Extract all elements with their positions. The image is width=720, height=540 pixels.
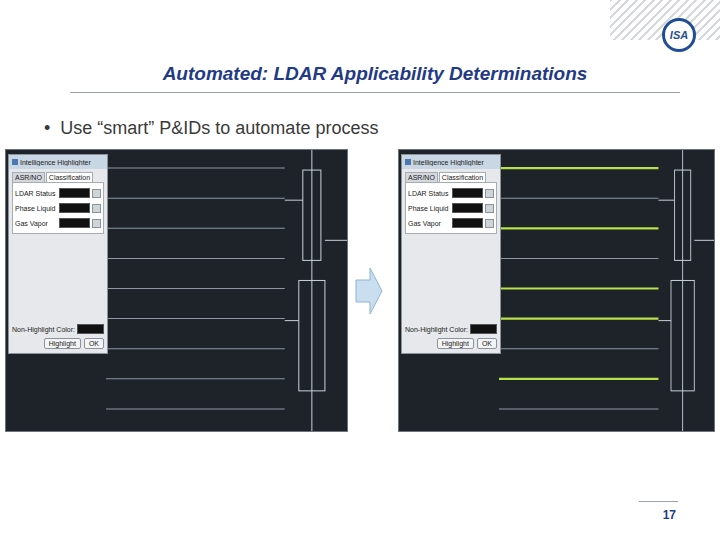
pipe-line[interactable] bbox=[499, 198, 658, 199]
pick-button[interactable] bbox=[485, 204, 494, 213]
field-label: LDAR Status bbox=[408, 190, 450, 197]
screenshot-row: Intelligence HighlighterASR/NOClassifica… bbox=[0, 149, 720, 432]
non-highlight-label: Non-Highlight Color: bbox=[405, 326, 468, 333]
vessel-icon bbox=[658, 150, 714, 431]
pid-drawing bbox=[499, 150, 714, 431]
field-label: LDAR Status bbox=[15, 190, 57, 197]
pick-button[interactable] bbox=[92, 219, 101, 228]
footer: 17 bbox=[0, 501, 720, 522]
isa-logo: ISA bbox=[662, 18, 696, 52]
field-row: Gas Vapor bbox=[15, 218, 101, 228]
pipe-line[interactable] bbox=[106, 318, 285, 319]
pipe-line[interactable] bbox=[106, 258, 285, 259]
pipe-line[interactable] bbox=[499, 408, 658, 409]
pipe-line[interactable] bbox=[106, 378, 285, 379]
field-label: Phase Liquid bbox=[408, 205, 450, 212]
field-row: Phase Liquid bbox=[408, 203, 494, 213]
field-label: Gas Vapor bbox=[408, 220, 450, 227]
tab[interactable]: ASR/NO bbox=[405, 172, 438, 182]
pick-button[interactable] bbox=[92, 189, 101, 198]
dialog-button[interactable]: OK bbox=[477, 338, 497, 349]
pipe-line[interactable] bbox=[106, 168, 285, 169]
vessel-icon bbox=[285, 150, 347, 431]
tab[interactable]: ASR/NO bbox=[12, 172, 45, 182]
slide: ISA Automated: LDAR Applicability Determi… bbox=[0, 0, 720, 540]
dialog-button[interactable]: Highlight bbox=[437, 338, 474, 349]
pipe-line[interactable] bbox=[499, 227, 658, 229]
field-label: Gas Vapor bbox=[15, 220, 57, 227]
pick-button[interactable] bbox=[92, 204, 101, 213]
tab-strip: ASR/NOClassification bbox=[9, 169, 107, 182]
non-highlight-color[interactable] bbox=[470, 324, 497, 334]
highlighter-dialog: Intelligence Highlighter ASR/NOClassifica… bbox=[401, 154, 501, 354]
field-row: Phase Liquid bbox=[15, 203, 101, 213]
app-icon bbox=[405, 159, 411, 165]
field-row: LDAR Status bbox=[15, 188, 101, 198]
app-icon bbox=[12, 159, 18, 165]
tab-strip: ASR/NOClassification bbox=[402, 169, 500, 182]
pipe-line[interactable] bbox=[106, 288, 285, 289]
pipe-line[interactable] bbox=[499, 348, 658, 349]
non-highlight-color[interactable] bbox=[77, 324, 104, 334]
pid-canvas bbox=[499, 150, 714, 431]
pipe-line[interactable] bbox=[499, 317, 658, 319]
title-bar: Automated: LDAR Applicability Determinat… bbox=[70, 62, 680, 93]
non-highlight-label: Non-Highlight Color: bbox=[12, 326, 75, 333]
color-field[interactable] bbox=[452, 188, 483, 198]
highlighter-dialog: Intelligence Highlighter ASR/NOClassifica… bbox=[8, 154, 108, 354]
screenshot: Intelligence Highlighter ASR/NOClassifica… bbox=[5, 149, 348, 432]
color-field[interactable] bbox=[59, 218, 90, 228]
dialog-title-bar: Intelligence Highlighter bbox=[402, 155, 500, 169]
pipe-line[interactable] bbox=[106, 408, 285, 409]
non-highlight-row: Non-Highlight Color: bbox=[9, 324, 107, 334]
pick-button[interactable] bbox=[485, 219, 494, 228]
pick-button[interactable] bbox=[485, 189, 494, 198]
page-number: 17 bbox=[639, 501, 678, 522]
pipe-line[interactable] bbox=[106, 198, 285, 199]
pipe-line[interactable] bbox=[499, 378, 658, 380]
bullet-mark: • bbox=[44, 117, 50, 139]
tab[interactable]: Classification bbox=[46, 172, 93, 182]
arrow-icon bbox=[354, 266, 384, 316]
color-field[interactable] bbox=[59, 188, 90, 198]
bullet-text: Use “smart” P&IDs to automate process bbox=[60, 117, 378, 139]
dialog-title: Intelligence Highlighter bbox=[20, 159, 91, 166]
field-list: LDAR Status Phase Liquid Gas Vapor bbox=[405, 182, 497, 234]
field-row: Gas Vapor bbox=[408, 218, 494, 228]
color-field[interactable] bbox=[452, 218, 483, 228]
screenshot: Intelligence Highlighter ASR/NOClassifica… bbox=[398, 149, 715, 432]
dialog-title-bar: Intelligence Highlighter bbox=[9, 155, 107, 169]
pipe-line[interactable] bbox=[106, 228, 285, 229]
pipe-line[interactable] bbox=[106, 348, 285, 349]
field-row: LDAR Status bbox=[408, 188, 494, 198]
color-field[interactable] bbox=[59, 203, 90, 213]
non-highlight-row: Non-Highlight Color: bbox=[402, 324, 500, 334]
slide-title: Automated: LDAR Applicability Determinat… bbox=[163, 62, 588, 86]
button-row: HighlightOK bbox=[402, 334, 500, 349]
tab[interactable]: Classification bbox=[439, 172, 486, 182]
dialog-button[interactable]: OK bbox=[84, 338, 104, 349]
pid-canvas bbox=[106, 150, 347, 431]
color-field[interactable] bbox=[452, 203, 483, 213]
pipe-line[interactable] bbox=[499, 287, 658, 289]
field-list: LDAR Status Phase Liquid Gas Vapor bbox=[12, 182, 104, 234]
field-label: Phase Liquid bbox=[15, 205, 57, 212]
dialog-title: Intelligence Highlighter bbox=[413, 159, 484, 166]
bullet-item: • Use “smart” P&IDs to automate process bbox=[0, 117, 720, 139]
button-row: HighlightOK bbox=[9, 334, 107, 349]
pipe-line[interactable] bbox=[499, 258, 658, 259]
pipe-line[interactable] bbox=[499, 167, 658, 169]
pid-drawing bbox=[106, 150, 347, 431]
dialog-button[interactable]: Highlight bbox=[44, 338, 81, 349]
